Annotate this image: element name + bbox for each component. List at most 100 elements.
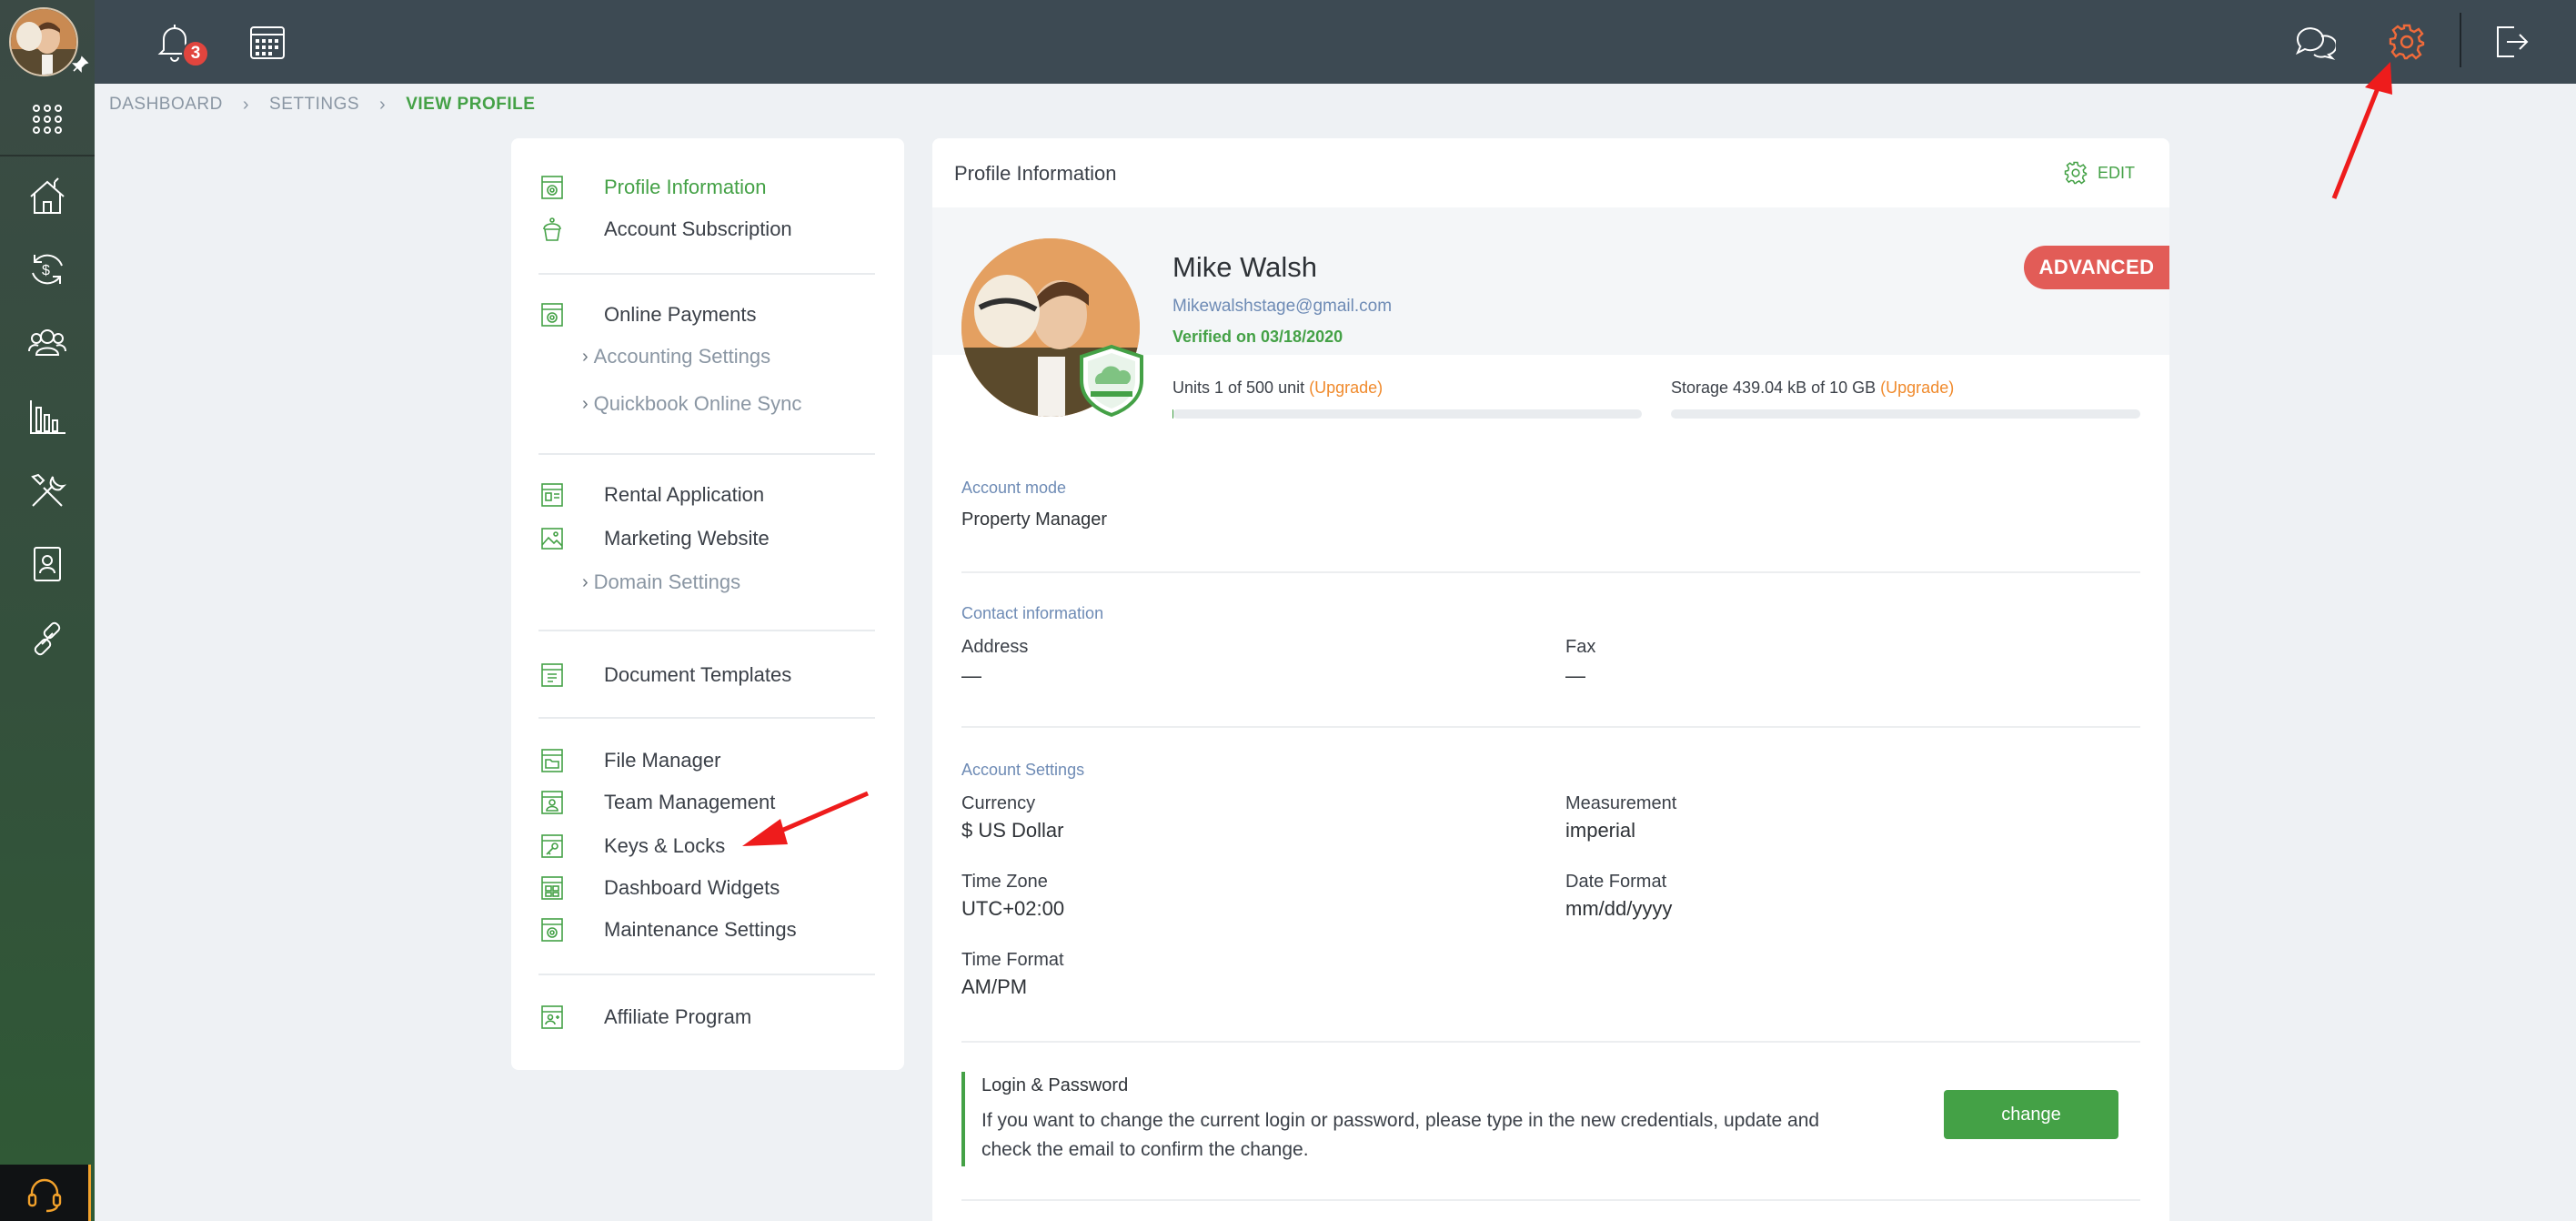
units-progress-bar [1172, 409, 1642, 419]
integrations-link-icon[interactable] [0, 602, 95, 675]
menu-item-label: Maintenance Settings [604, 918, 797, 941]
chat-bubbles-icon [2296, 27, 2336, 60]
currency-label: Currency [961, 793, 1036, 813]
rental-application-icon [538, 481, 566, 509]
menu-item-label: Profile Information [604, 176, 767, 198]
notifications-count-badge: 3 [182, 40, 209, 67]
login-password-description: If you want to change the current login … [981, 1110, 1820, 1160]
measurement-label: Measurement [1565, 793, 1677, 813]
chevron-right-icon: › [242, 94, 250, 115]
timezone-label: Time Zone [961, 872, 1048, 892]
logout-button[interactable] [2481, 13, 2540, 71]
menu-item-team-management[interactable]: Team Management [538, 784, 775, 821]
submenu-item-accounting-settings[interactable]: › Accounting Settings [582, 340, 770, 373]
menu-item-label: Rental Application [604, 483, 765, 506]
team-page-icon [538, 789, 566, 816]
submenu-item-quickbook-online-sync[interactable]: › Quickbook Online Sync [582, 388, 801, 420]
maintenance-tools-icon[interactable] [0, 455, 95, 528]
affiliate-page-icon [538, 1004, 566, 1031]
menu-item-online-payments[interactable]: Online Payments [538, 297, 757, 333]
breadcrumb-settings[interactable]: SETTINGS [269, 95, 359, 115]
payments-page-icon [538, 301, 566, 328]
change-credentials-button[interactable]: change [1944, 1090, 2118, 1139]
account-mode-value: Property Manager [961, 510, 1108, 530]
storage-usage-text: Storage 439.04 kB of 10 GB [1671, 378, 1877, 397]
address-label: Address [961, 637, 1029, 657]
measurement-value: imperial [1565, 819, 1636, 842]
fax-label: Fax [1565, 637, 1596, 657]
breadcrumb: DASHBOARD › SETTINGS › VIEW PROFILE [109, 93, 535, 116]
widgets-page-icon [538, 874, 566, 902]
time-format-label: Time Format [961, 950, 1064, 970]
fax-value: — [1565, 664, 1585, 687]
menu-item-account-subscription[interactable]: Account Subscription [538, 211, 792, 247]
menu-item-maintenance-settings[interactable]: Maintenance Settings [538, 912, 797, 948]
calendar-icon [250, 26, 285, 59]
apps-grid-icon[interactable] [0, 84, 95, 156]
storage-progress-bar [1671, 409, 2140, 419]
user-avatar-button[interactable] [9, 7, 89, 76]
currency-value: $ US Dollar [961, 819, 1064, 842]
left-sidebar: $ [0, 0, 95, 1221]
payments-cycle-icon[interactable]: $ [0, 233, 95, 306]
login-password-section: Login & Password If you want to change t… [961, 1072, 2140, 1166]
gear-icon [2389, 24, 2425, 60]
menu-item-document-templates[interactable]: Document Templates [538, 657, 791, 693]
submenu-item-label: Quickbook Online Sync [593, 392, 802, 415]
edit-label: EDIT [2097, 163, 2135, 182]
menu-item-rental-application[interactable]: Rental Application [538, 477, 764, 513]
menu-item-label: Document Templates [604, 663, 792, 686]
menu-divider [538, 717, 875, 719]
pin-icon[interactable] [71, 56, 89, 78]
submenu-item-domain-settings[interactable]: › Domain Settings [582, 566, 740, 599]
cupcake-icon [538, 216, 566, 243]
profile-email[interactable]: Mikewalshstage@gmail.com [1172, 297, 1392, 317]
units-usage-text: Units 1 of 500 unit [1172, 378, 1305, 397]
units-usage: Units 1 of 500 unit (Upgrade) [1172, 378, 1383, 398]
account-mode-heading: Account mode [961, 479, 1067, 497]
chevron-right-icon: › [582, 393, 589, 414]
support-headset-button[interactable] [0, 1165, 91, 1221]
address-value: — [961, 664, 981, 687]
documents-contact-icon[interactable] [0, 528, 95, 600]
topbar-divider [2460, 13, 2461, 67]
profile-name: Mike Walsh [1172, 251, 1318, 283]
menu-item-affiliate-program[interactable]: Affiliate Program [538, 999, 751, 1035]
calendar-button[interactable] [238, 13, 297, 71]
people-icon[interactable] [0, 306, 95, 378]
section-divider [961, 571, 2140, 573]
menu-item-label: Dashboard Widgets [604, 876, 780, 899]
chat-button[interactable] [2285, 13, 2343, 71]
menu-item-label: Account Subscription [604, 217, 792, 240]
breadcrumb-dashboard[interactable]: DASHBOARD [109, 95, 223, 115]
units-progress-fill [1172, 409, 1174, 419]
menu-item-label: Affiliate Program [604, 1005, 752, 1028]
menu-item-dashboard-widgets[interactable]: Dashboard Widgets [538, 870, 780, 906]
menu-item-marketing-website[interactable]: Marketing Website [538, 520, 770, 557]
headset-icon [27, 1178, 61, 1213]
storage-upgrade-link[interactable]: (Upgrade) [1880, 378, 1954, 397]
chevron-right-icon: › [379, 94, 387, 115]
menu-item-file-manager[interactable]: File Manager [538, 742, 720, 779]
chevron-right-icon: › [582, 571, 589, 592]
maintenance-page-icon [538, 916, 566, 944]
section-divider [961, 726, 2140, 728]
submenu-item-label: Domain Settings [593, 570, 741, 593]
edit-profile-button[interactable]: EDIT [2063, 160, 2135, 186]
menu-item-label: Online Payments [604, 303, 757, 326]
menu-item-profile-information[interactable]: Profile Information [538, 169, 767, 206]
units-upgrade-link[interactable]: (Upgrade) [1309, 378, 1383, 397]
image-icon [538, 525, 566, 552]
profile-information-panel: Profile Information EDIT Mike Walsh Mike… [932, 138, 2169, 1221]
chevron-right-icon: › [582, 346, 589, 367]
menu-divider [538, 974, 875, 975]
settings-button[interactable] [2378, 13, 2436, 71]
properties-house-icon[interactable] [0, 160, 95, 233]
storage-usage: Storage 439.04 kB of 10 GB (Upgrade) [1671, 378, 1954, 398]
folder-page-icon [538, 747, 566, 774]
menu-item-label: Team Management [604, 791, 776, 813]
menu-divider [538, 273, 875, 275]
login-password-title: Login & Password [981, 1075, 1129, 1095]
reports-chart-icon[interactable] [0, 380, 95, 453]
menu-item-keys-and-locks[interactable]: Keys & Locks [538, 828, 725, 864]
